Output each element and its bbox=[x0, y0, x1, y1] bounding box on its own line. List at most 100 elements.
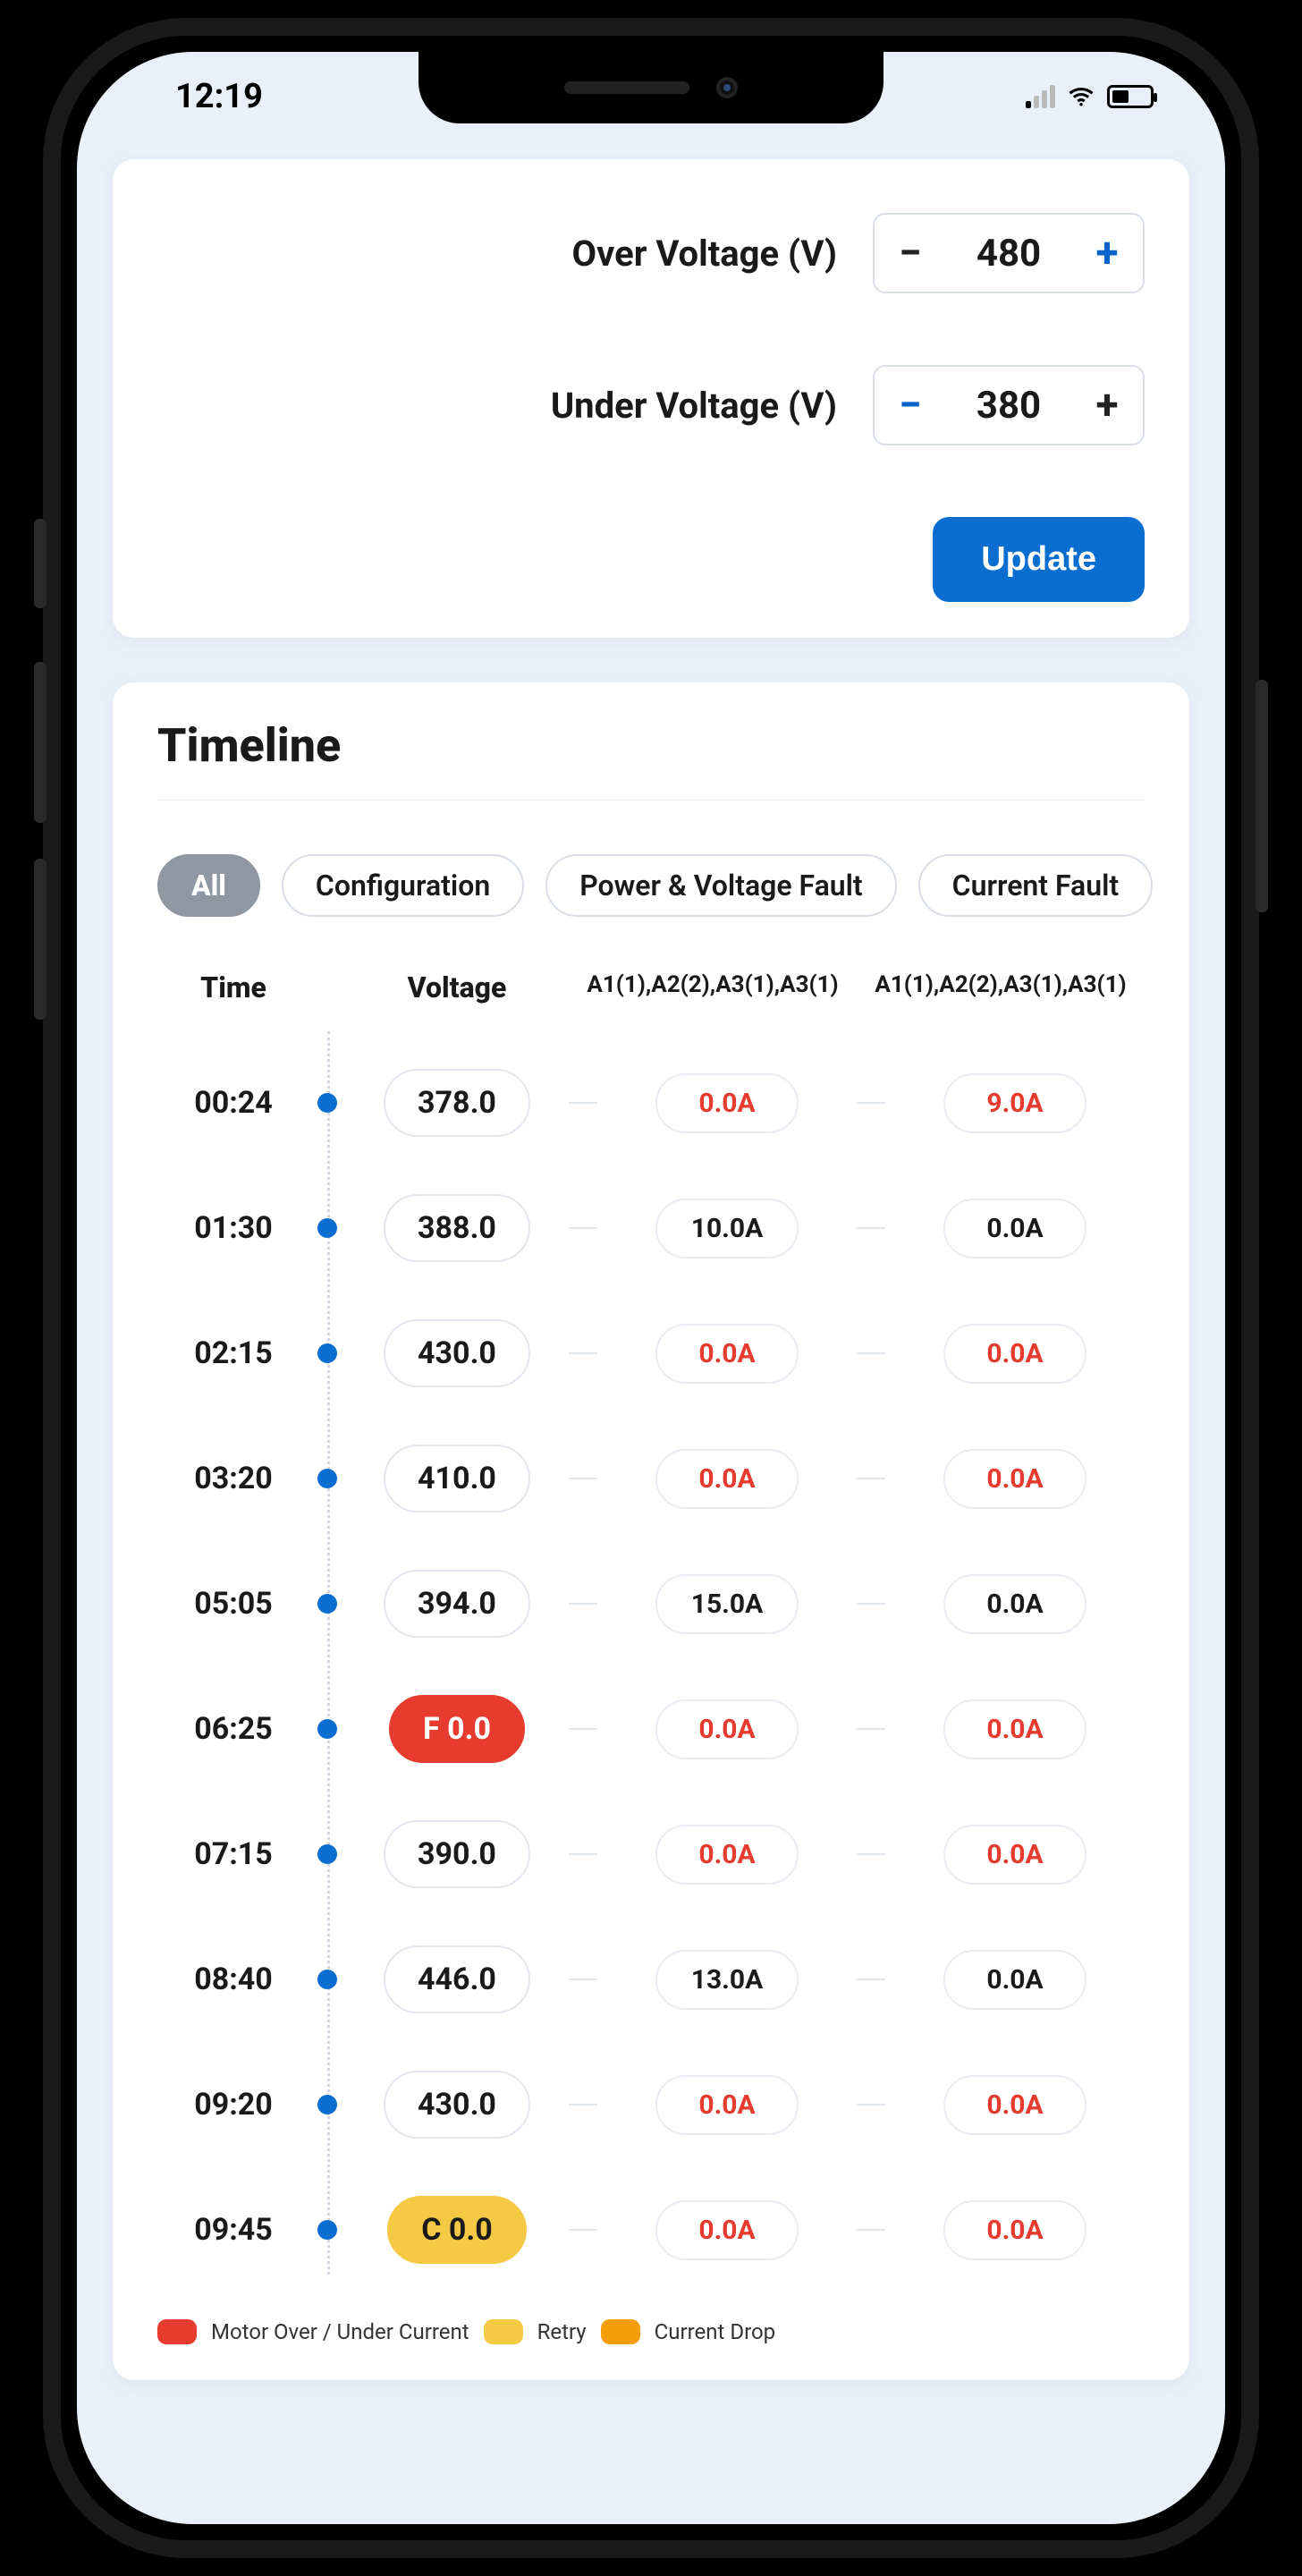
voltage-pill: 394.0 bbox=[384, 1570, 530, 1638]
connector bbox=[857, 2229, 885, 2231]
cell-voltage: 430.0 bbox=[345, 2071, 569, 2139]
amp-pill: 0.0A bbox=[943, 1950, 1086, 2010]
connector bbox=[569, 2104, 597, 2106]
amp-pill: 0.0A bbox=[943, 1825, 1086, 1885]
status-indicators bbox=[1026, 83, 1154, 110]
cell-voltage: 410.0 bbox=[345, 1445, 569, 1513]
over-voltage-label: Over Voltage (V) bbox=[572, 233, 837, 275]
legend-swatch-red bbox=[157, 2319, 197, 2344]
cell-voltage: 378.0 bbox=[345, 1069, 569, 1137]
cell-amp1: 15.0A bbox=[597, 1574, 857, 1634]
under-voltage-decrement[interactable]: − bbox=[875, 367, 946, 444]
connector bbox=[569, 1728, 597, 1730]
timeline-dot bbox=[317, 1719, 337, 1739]
connector bbox=[857, 1728, 885, 1730]
amp-pill: 0.0A bbox=[943, 2075, 1086, 2135]
cell-voltage: 430.0 bbox=[345, 1319, 569, 1387]
under-voltage-row: Under Voltage (V) − 380 + bbox=[157, 365, 1145, 445]
th-amp1: A1(1),A2(2),A3(1),A3(1) bbox=[569, 970, 857, 1001]
wifi-icon bbox=[1068, 83, 1095, 110]
cell-voltage: F 0.0 bbox=[345, 1695, 569, 1763]
side-button bbox=[1256, 680, 1268, 912]
filter-power-voltage-fault[interactable]: Power & Voltage Fault bbox=[545, 854, 896, 917]
battery-icon bbox=[1107, 85, 1154, 108]
amp-pill: 0.0A bbox=[943, 1699, 1086, 1759]
timeline-dot-wrap bbox=[309, 2220, 345, 2240]
voltage-pill: 388.0 bbox=[384, 1194, 530, 1262]
legend-current-drop: Current Drop bbox=[655, 2319, 776, 2344]
table-row: 01:30 388.0 10.0A 0.0A bbox=[157, 1165, 1145, 1291]
amp-pill: 0.0A bbox=[655, 2200, 799, 2260]
timeline-dot-wrap bbox=[309, 1343, 345, 1363]
table-row: 07:15390.00.0A0.0A bbox=[157, 1792, 1145, 1917]
cell-amp2: 9.0A bbox=[885, 1073, 1145, 1133]
cell-voltage: C 0.0 bbox=[345, 2196, 569, 2264]
table-row: 08:40446.013.0A0.0A bbox=[157, 1917, 1145, 2042]
filter-current-fault[interactable]: Current Fault bbox=[918, 854, 1153, 917]
amp-pill: 0.0A bbox=[943, 2200, 1086, 2260]
update-button[interactable]: Update bbox=[933, 517, 1145, 602]
amp-pill: 0.0A bbox=[655, 1073, 799, 1133]
voltage-pill: 378.0 bbox=[384, 1069, 530, 1137]
over-voltage-increment[interactable]: + bbox=[1071, 215, 1143, 292]
table-row: 02:15430.00.0A0.0A bbox=[157, 1291, 1145, 1416]
connector bbox=[857, 1478, 885, 1479]
timeline-dot-wrap bbox=[309, 1469, 345, 1488]
connector bbox=[857, 1352, 885, 1354]
voltage-pill: C 0.0 bbox=[387, 2196, 527, 2264]
cell-amp2: 0.0A bbox=[885, 1199, 1145, 1258]
timeline-dot bbox=[317, 1844, 337, 1864]
battery-fill bbox=[1112, 90, 1129, 103]
cell-amp1: 0.0A bbox=[597, 2075, 857, 2135]
cell-amp2: 0.0A bbox=[885, 1324, 1145, 1384]
over-voltage-value: 480 bbox=[946, 232, 1071, 275]
amp-pill: 0.0A bbox=[655, 1825, 799, 1885]
legend-retry: Retry bbox=[537, 2319, 587, 2344]
cell-time: 08:40 bbox=[157, 1962, 309, 1997]
cell-voltage: 388.0 bbox=[345, 1194, 569, 1262]
connector bbox=[569, 1478, 597, 1479]
over-voltage-row: Over Voltage (V) − 480 + bbox=[157, 213, 1145, 293]
table-row: 09:20430.00.0A0.0A bbox=[157, 2042, 1145, 2167]
connector bbox=[569, 1227, 597, 1229]
under-voltage-increment[interactable]: + bbox=[1071, 367, 1143, 444]
over-voltage-decrement[interactable]: − bbox=[875, 215, 946, 292]
cell-voltage: 446.0 bbox=[345, 1945, 569, 2013]
cell-time: 01:30 bbox=[157, 1210, 309, 1246]
timeline-dot-wrap bbox=[309, 1970, 345, 1989]
cell-amp1: 0.0A bbox=[597, 1449, 857, 1509]
th-voltage: Voltage bbox=[345, 970, 569, 1004]
filter-all[interactable]: All bbox=[157, 854, 260, 917]
timeline-dot bbox=[317, 1594, 337, 1614]
voltage-pill: F 0.0 bbox=[389, 1695, 525, 1763]
timeline-rows: 00:24378.00.0A9.0A01:30388.010.0A0.0A02:… bbox=[157, 1040, 1145, 2292]
under-voltage-value: 380 bbox=[946, 384, 1071, 428]
amp-pill: 0.0A bbox=[943, 1199, 1086, 1258]
connector bbox=[569, 2229, 597, 2231]
filter-configuration[interactable]: Configuration bbox=[282, 854, 524, 917]
timeline-card: Timeline All Configuration Power & Volta… bbox=[113, 682, 1189, 2380]
status-time: 12:19 bbox=[175, 77, 263, 116]
th-amp2: A1(1),A2(2),A3(1),A3(1) bbox=[857, 970, 1145, 1001]
timeline-dot-wrap bbox=[309, 1218, 345, 1238]
voltage-pill: 430.0 bbox=[384, 1319, 530, 1387]
cell-amp1: 0.0A bbox=[597, 1825, 857, 1885]
cell-time: 03:20 bbox=[157, 1461, 309, 1496]
cell-amp1: 0.0A bbox=[597, 1324, 857, 1384]
cell-amp1: 10.0A bbox=[597, 1199, 857, 1258]
phone-frame: 12:19 Over Voltage (V) − 4 bbox=[43, 18, 1259, 2558]
under-voltage-label: Under Voltage (V) bbox=[551, 385, 837, 427]
timeline-dot bbox=[317, 2220, 337, 2240]
under-voltage-stepper: − 380 + bbox=[873, 365, 1145, 445]
legend-motor: Motor Over / Under Current bbox=[211, 2319, 469, 2344]
connector bbox=[569, 1352, 597, 1354]
speaker bbox=[564, 81, 689, 94]
signal-icon bbox=[1026, 85, 1055, 108]
connector bbox=[857, 1979, 885, 1980]
side-button bbox=[34, 662, 46, 823]
notch bbox=[418, 52, 884, 123]
voltage-settings-card: Over Voltage (V) − 480 + Under Voltage (… bbox=[113, 159, 1189, 638]
cell-amp2: 0.0A bbox=[885, 1574, 1145, 1634]
table-row: 05:05394.015.0A0.0A bbox=[157, 1541, 1145, 1666]
amp-pill: 15.0A bbox=[655, 1574, 799, 1634]
